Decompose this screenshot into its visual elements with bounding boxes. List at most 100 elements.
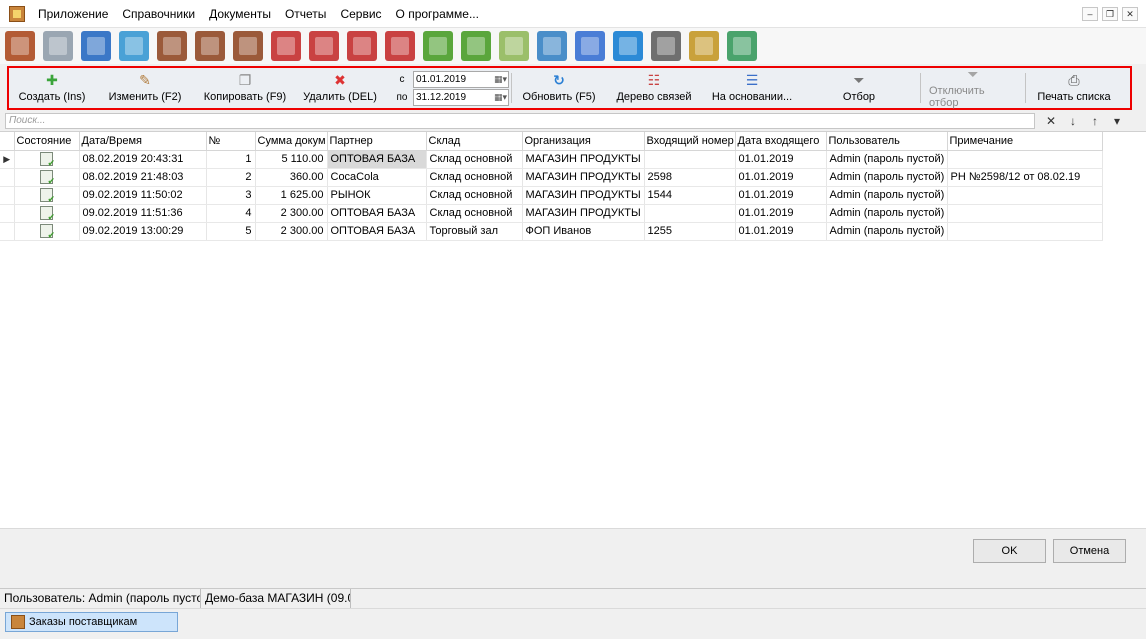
column-header[interactable]: №	[206, 132, 256, 151]
minimize-icon[interactable]: –	[1082, 6, 1098, 21]
disable-filter-button[interactable]: ⏷ Отключить отбор	[923, 67, 1023, 110]
document-remove-icon[interactable]	[233, 31, 263, 61]
calculator-icon[interactable]	[537, 31, 567, 61]
export-icon[interactable]	[613, 31, 643, 61]
close-icon[interactable]: ✕	[1122, 6, 1138, 21]
edit-label: Изменить (F2)	[108, 91, 182, 103]
expand-icon[interactable]: ▾	[1109, 113, 1125, 129]
arrow-up-icon[interactable]: ↑	[1087, 113, 1103, 129]
printer-icon[interactable]	[651, 31, 681, 61]
status-cell	[14, 186, 80, 205]
exit-icon[interactable]	[5, 31, 35, 61]
note-cell	[947, 204, 1103, 223]
arrow-down-icon[interactable]: ↓	[1065, 113, 1081, 129]
menu-bar: Приложение Справочники Документы Отчеты …	[0, 0, 1146, 28]
ok-button[interactable]: OK	[973, 539, 1046, 563]
delete-button[interactable]: ✖ Удалить (DEL)	[295, 68, 385, 108]
calendar-dropdown-icon[interactable]: ▦▾	[487, 73, 507, 86]
search-input[interactable]: Поиск...	[5, 113, 1035, 129]
people-icon[interactable]	[119, 31, 149, 61]
database-icon: ☰	[745, 72, 759, 88]
incoming-number-cell: 1544	[644, 186, 736, 205]
cart-remove-icon[interactable]	[271, 31, 301, 61]
tree-button[interactable]: ☷ Дерево связей	[604, 68, 704, 108]
table-row[interactable]: 09.02.2019 11:50:02 3 1 625.00 РЫНОК Скл…	[0, 186, 1103, 205]
column-header[interactable]: Примечание	[947, 132, 1103, 151]
document-edit-icon[interactable]	[195, 31, 225, 61]
datetime-cell: 09.02.2019 11:51:36	[79, 204, 207, 223]
organization-cell: МАГАЗИН ПРОДУКТЫ	[522, 204, 645, 223]
cart-move-icon[interactable]	[347, 31, 377, 61]
date-to-field[interactable]: 31.12.2019 ▦▾	[413, 88, 509, 106]
edit-button[interactable]: ✎ Изменить (F2)	[95, 68, 195, 108]
column-header[interactable]: Дата/Время	[79, 132, 207, 151]
dialog-footer: OK Отмена	[0, 528, 1146, 588]
status-database: Демо-база МАГАЗИН (09.02.2019)	[201, 589, 351, 608]
partner-cell: ОПТОВАЯ БАЗА	[327, 150, 427, 169]
menu-documents[interactable]: Документы	[202, 0, 278, 28]
column-header[interactable]: Сумма докум	[255, 132, 328, 151]
menu-service[interactable]: Сервис	[333, 0, 388, 28]
based-on-button[interactable]: ☰ На основании...	[704, 68, 800, 108]
cancel-button[interactable]: Отмена	[1053, 539, 1126, 563]
orders-grid[interactable]: Состояние Дата/Время № Сумма докум Партн…	[0, 131, 1146, 528]
spellcheck-icon[interactable]	[575, 31, 605, 61]
user-cell: Admin (пароль пустой)	[826, 168, 948, 187]
print-list-button[interactable]: ⎙ Печать списка	[1028, 68, 1120, 108]
warehouse-cell: Склад основной	[426, 204, 523, 223]
copy-button[interactable]: ❐ Копировать (F9)	[195, 68, 295, 108]
upload-icon[interactable]	[727, 31, 757, 61]
sum-cell: 1 625.00	[255, 186, 328, 205]
warehouse-cell: Склад основной	[426, 150, 523, 169]
table-row[interactable]: 08.02.2019 21:48:03 2 360.00 CocaCola Ск…	[0, 168, 1103, 187]
lock-icon[interactable]	[43, 31, 73, 61]
note-cell	[947, 222, 1103, 241]
money-icon[interactable]	[423, 31, 453, 61]
column-header[interactable]: Организация	[522, 132, 645, 151]
menu-references[interactable]: Справочники	[115, 0, 202, 28]
books-icon[interactable]	[81, 31, 111, 61]
main-toolbar	[0, 28, 1146, 64]
money-add-icon[interactable]	[461, 31, 491, 61]
table-row[interactable]: 09.02.2019 13:00:29 5 2 300.00 ОПТОВАЯ Б…	[0, 222, 1103, 241]
clear-icon[interactable]: ✕	[1043, 113, 1059, 129]
column-header[interactable]: Склад	[426, 132, 523, 151]
row-indicator	[0, 222, 15, 241]
calendar-dropdown-icon[interactable]: ▦▾	[487, 91, 507, 104]
tab-label: Заказы поставщикам	[29, 616, 138, 628]
date-from-field[interactable]: 01.01.2019 ▦▾	[413, 70, 509, 88]
table-row[interactable]: 09.02.2019 11:51:36 4 2 300.00 ОПТОВАЯ Б…	[0, 204, 1103, 223]
app-icon	[9, 5, 25, 22]
cart-list-icon[interactable]	[385, 31, 415, 61]
filter-button[interactable]: ⏷ Отбор	[800, 68, 918, 108]
disable-filter-label: Отключить отбор	[929, 85, 985, 109]
tree-icon: ☷	[647, 72, 661, 88]
scales-icon[interactable]	[689, 31, 719, 61]
column-header[interactable]: Входящий номер	[644, 132, 736, 151]
column-header[interactable]: Пользователь	[826, 132, 948, 151]
organization-cell: МАГАЗИН ПРОДУКТЫ	[522, 168, 645, 187]
create-button[interactable]: ✚ Создать (Ins)	[9, 68, 95, 108]
menu-about[interactable]: О программе...	[389, 0, 486, 28]
menu-application[interactable]: Приложение	[31, 0, 115, 28]
column-header[interactable]: Дата входящего	[735, 132, 827, 151]
document-approved-icon	[40, 224, 55, 239]
cart-add-icon[interactable]	[309, 31, 339, 61]
truck-icon[interactable]	[499, 31, 529, 61]
status-cell	[14, 222, 80, 241]
column-header[interactable]: Партнер	[327, 132, 427, 151]
table-row[interactable]: ▶ 08.02.2019 20:43:31 1 5 110.00 ОПТОВАЯ…	[0, 150, 1103, 169]
document-approved-icon	[40, 152, 55, 167]
restore-icon[interactable]: ❐	[1102, 6, 1118, 21]
document-add-icon[interactable]	[157, 31, 187, 61]
column-header[interactable]: Состояние	[14, 132, 80, 151]
menu-reports[interactable]: Отчеты	[278, 0, 333, 28]
refresh-button[interactable]: ↻ Обновить (F5)	[514, 68, 604, 108]
tab-supplier-orders[interactable]: Заказы поставщикам	[5, 612, 178, 632]
incoming-date-cell: 01.01.2019	[735, 168, 827, 187]
user-cell: Admin (пароль пустой)	[826, 204, 948, 223]
date-from-label: с	[399, 73, 405, 85]
plus-icon: ✚	[46, 72, 58, 88]
delete-icon: ✖	[334, 72, 346, 88]
search-bar: Поиск... ✕ ↓ ↑ ▾	[0, 112, 1146, 130]
